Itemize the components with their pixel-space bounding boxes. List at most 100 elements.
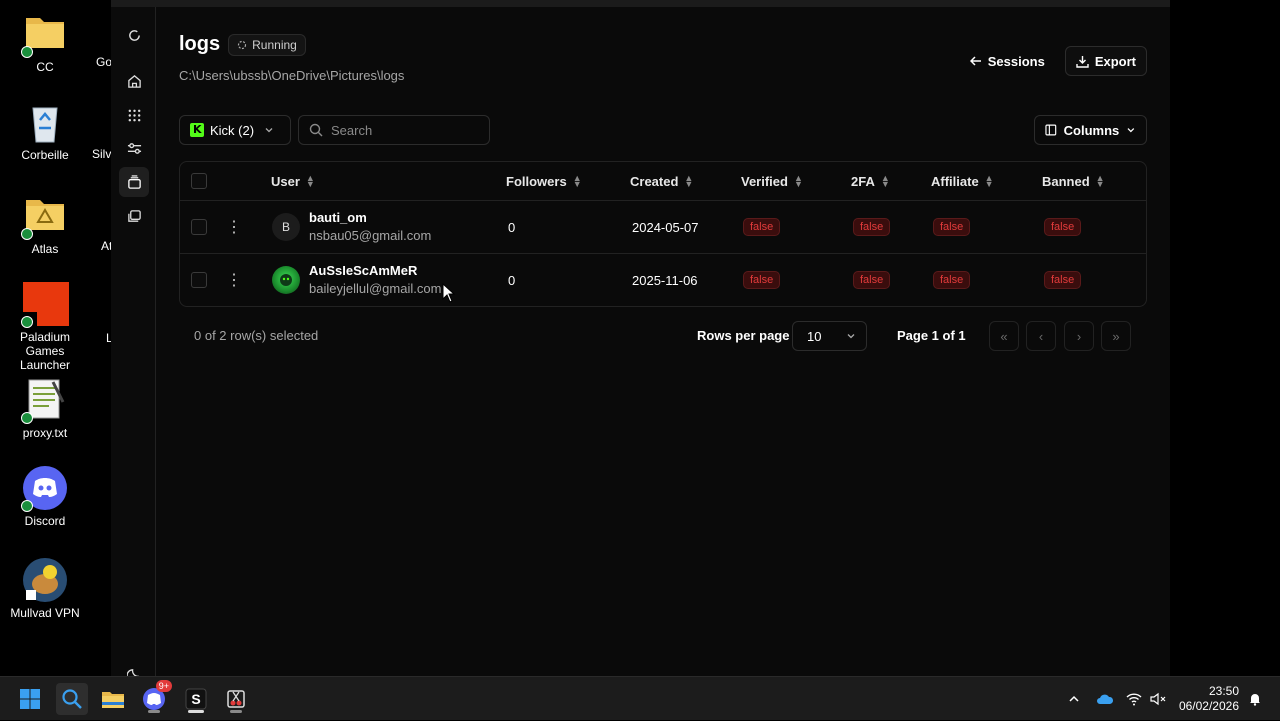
row-actions-button[interactable]: ⋮	[226, 254, 242, 306]
avatar	[272, 266, 300, 294]
username: AuSsIeScAmMeR	[309, 263, 418, 278]
wifi-icon[interactable]	[1126, 677, 1142, 721]
snipping-tool-icon[interactable]	[220, 683, 252, 715]
row-checkbox[interactable]	[191, 272, 207, 288]
user-email: nsbau05@gmail.com	[309, 228, 432, 243]
sort-icon: ▲ ▼	[1095, 173, 1105, 189]
notifications-bell-icon[interactable]	[1248, 677, 1262, 721]
clock-time: 23:50	[1208, 684, 1239, 698]
sort-icon: ▲ ▼	[305, 173, 315, 189]
search-field[interactable]	[298, 115, 490, 145]
column-header-banned[interactable]: Banned ▲ ▼	[1042, 162, 1105, 200]
row-checkbox[interactable]	[191, 219, 207, 235]
desktop-icon-proxy-txt[interactable]: proxy.txt	[0, 378, 90, 440]
table-footer: 0 of 2 row(s) selected Rows per page 10 …	[194, 321, 1147, 351]
sessions-button[interactable]: Sessions	[960, 46, 1055, 76]
column-header-label: Verified	[741, 173, 788, 189]
select-all-cell	[191, 162, 207, 200]
mullvad-icon	[23, 558, 67, 602]
onedrive-icon[interactable]	[1096, 677, 1114, 721]
desktop-icon-cc[interactable]: CC	[0, 12, 90, 74]
download-icon	[1076, 55, 1089, 68]
windows-start-icon[interactable]	[14, 683, 46, 715]
arrow-left-icon	[969, 56, 981, 66]
row-actions-button[interactable]: ⋮	[226, 201, 242, 253]
volume-muted-icon[interactable]	[1150, 677, 1166, 721]
chevron-left-icon: ‹	[1038, 328, 1044, 344]
banned-pill: false	[1044, 218, 1082, 236]
chevron-right-icon: ›	[1076, 328, 1082, 344]
verified-pill: false	[743, 218, 781, 236]
column-header-label: Followers	[506, 173, 567, 189]
column-header-label: User	[271, 173, 300, 189]
tray-overflow-icon[interactable]	[1068, 677, 1080, 721]
desktop-icon-paladium[interactable]: Paladium Games Launcher	[0, 282, 90, 372]
sync-check-icon	[21, 500, 33, 512]
mouse-cursor-icon	[442, 283, 456, 303]
apps-grid-icon[interactable]	[119, 100, 149, 130]
search-icon[interactable]	[56, 683, 88, 715]
refresh-icon[interactable]	[119, 20, 149, 50]
partial-icon-label: Go	[96, 55, 113, 69]
select-all-checkbox[interactable]	[191, 173, 207, 189]
header-actions: Sessions Export	[960, 46, 1147, 76]
column-header-followers[interactable]: Followers ▲ ▼	[506, 162, 582, 200]
files-icon[interactable]	[119, 201, 149, 231]
rows-per-page-label: Rows per page	[697, 328, 790, 343]
folder-icon	[21, 194, 67, 240]
status-text: Running	[252, 37, 297, 52]
column-header-affiliate[interactable]: Affiliate ▲ ▼	[931, 162, 994, 200]
table-toolbar: K Kick (2) Columns	[179, 115, 1147, 145]
recycle-bin-icon	[23, 100, 67, 144]
nav-rail	[111, 7, 156, 682]
column-header-label: Banned	[1042, 173, 1090, 189]
column-header-verified[interactable]: Verified ▲ ▼	[741, 162, 803, 200]
status-badge: Running	[228, 33, 306, 56]
desktop-icon-mullvad[interactable]: Mullvad VPN	[0, 558, 90, 620]
previous-page-button[interactable]: ‹	[1026, 321, 1056, 351]
taskbar: 9+ S 23:50 06/02/2026	[0, 676, 1280, 720]
desktop-icon-atlas[interactable]: Atlas	[0, 194, 90, 256]
affiliate-pill: false	[933, 271, 971, 289]
platform-select[interactable]: K Kick (2)	[179, 115, 291, 145]
system-clock[interactable]: 23:50 06/02/2026	[1179, 684, 1239, 714]
avatar-face-icon	[280, 274, 292, 286]
columns-label: Columns	[1063, 122, 1120, 138]
table-row[interactable]: ⋮ B bauti_om nsbau05@gmail.com 0 2024-05…	[180, 200, 1146, 253]
paladium-icon	[21, 282, 69, 328]
rows-per-page-select[interactable]: 10	[792, 321, 867, 351]
chevron-down-icon	[265, 128, 273, 133]
column-header-user[interactable]: User ▲ ▼	[271, 162, 315, 200]
running-indicator	[148, 710, 160, 713]
export-button[interactable]: Export	[1064, 46, 1147, 76]
column-header-created[interactable]: Created ▲ ▼	[630, 162, 693, 200]
sync-check-icon	[21, 228, 33, 240]
rows-per-page-value: 10	[807, 328, 822, 344]
user-cell: B bauti_om nsbau05@gmail.com	[272, 201, 431, 253]
user-email: baileyjellul@gmail.com	[309, 281, 442, 296]
column-header-2fa[interactable]: 2FA ▲ ▼	[851, 162, 890, 200]
column-header-label: 2FA	[851, 173, 875, 189]
home-icon[interactable]	[119, 66, 149, 96]
sliders-icon[interactable]	[119, 133, 149, 163]
verified-pill: false	[743, 271, 781, 289]
sort-icon: ▲ ▼	[572, 173, 582, 189]
folder-icon	[21, 12, 67, 58]
chevron-down-icon	[847, 334, 855, 339]
discord-taskbar-icon[interactable]: 9+	[138, 680, 172, 715]
columns-button[interactable]: Columns	[1034, 115, 1147, 145]
followers-cell: 0	[508, 219, 516, 235]
desktop-icon-discord[interactable]: Discord	[0, 466, 90, 528]
logs-stack-icon[interactable]	[119, 167, 149, 197]
desktop-icon-recycle-bin[interactable]: Corbeille	[0, 100, 90, 162]
last-page-button[interactable]: »	[1101, 321, 1131, 351]
platform-select-value: Kick (2)	[210, 122, 255, 138]
app-s-icon[interactable]: S	[180, 683, 212, 715]
table-row[interactable]: ⋮ AuSsIeScAmMeR baileyjellul@gmail.com 0…	[180, 253, 1146, 306]
first-page-button[interactable]: «	[989, 321, 1019, 351]
selection-count: 0 of 2 row(s) selected	[194, 328, 319, 343]
search-input[interactable]	[331, 122, 471, 138]
2fa-pill: false	[853, 271, 891, 289]
file-explorer-icon[interactable]	[97, 683, 129, 715]
next-page-button[interactable]: ›	[1064, 321, 1094, 351]
